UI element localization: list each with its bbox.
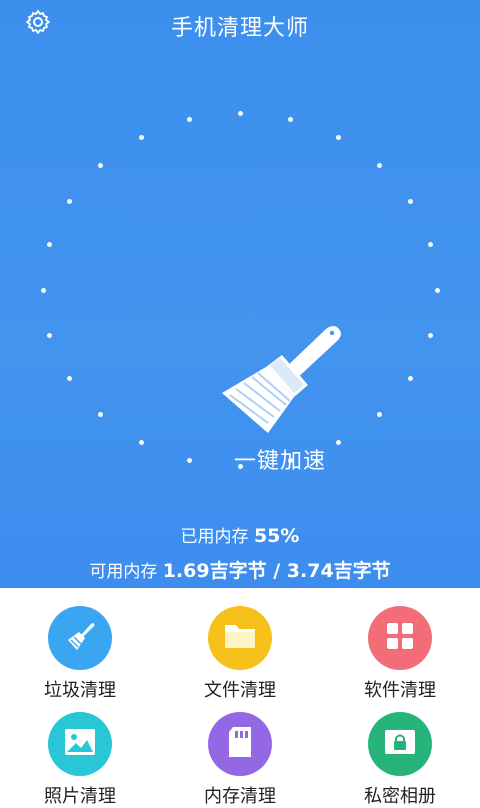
folder-icon — [222, 620, 258, 656]
broom-icon — [62, 618, 98, 658]
tool-icon-bg — [208, 712, 272, 776]
dial-dot — [66, 375, 72, 381]
dial-dot — [408, 199, 414, 205]
tools-grid: 垃圾清理 文件清理 软件清理 照片清理 内存清理 私密相册 — [0, 588, 480, 807]
tool-icon-bg — [368, 606, 432, 670]
dial-dot — [336, 134, 341, 140]
dial-dot — [237, 463, 243, 469]
tool-memory-clean[interactable]: 内存清理 — [160, 694, 320, 807]
dial-dot — [186, 117, 192, 123]
sd-card-icon — [225, 725, 255, 763]
dial-dot — [139, 440, 144, 446]
broom-icon — [208, 315, 348, 439]
dial-dot — [139, 134, 144, 140]
tool-icon-bg — [208, 606, 272, 670]
one-key-boost-button[interactable]: 一键加速 — [200, 315, 360, 485]
photo-icon — [62, 726, 98, 762]
dial-dot — [47, 241, 53, 247]
dial-dot — [186, 457, 192, 463]
boost-label: 一键加速 — [233, 449, 326, 474]
memory-used-value: 55% — [253, 525, 300, 547]
speed-dial: 一键加速 — [40, 110, 440, 474]
dial-dot — [376, 162, 382, 168]
memory-available-value: 1.69吉字节 / 3.74吉字节 — [162, 560, 391, 582]
dial-dot — [98, 412, 104, 418]
lock-album-icon — [382, 726, 418, 762]
dial-dot — [98, 162, 104, 168]
tool-icon-bg — [48, 712, 112, 776]
app-title: 手机清理大师 — [170, 16, 309, 41]
tool-private-album[interactable]: 私密相册 — [320, 694, 480, 807]
tool-photo-clean[interactable]: 照片清理 — [0, 694, 160, 807]
tool-junk-clean[interactable]: 垃圾清理 — [0, 588, 160, 701]
tool-file-clean[interactable]: 文件清理 — [160, 588, 320, 701]
tool-label: 私密相册 — [364, 786, 436, 807]
memory-available: 可用内存 1.69吉字节 / 3.74吉字节 — [0, 556, 480, 583]
header: 手机清理大师 — [0, 0, 480, 48]
dial-dot — [288, 117, 294, 123]
tool-label: 内存清理 — [204, 786, 276, 807]
apps-grid-icon — [385, 621, 415, 655]
memory-available-label: 可用内存 — [89, 562, 158, 582]
dial-dot — [408, 375, 414, 381]
tool-label: 照片清理 — [44, 786, 116, 807]
dial-dot — [40, 287, 46, 293]
dial-dot — [427, 333, 433, 339]
tool-icon-bg — [368, 712, 432, 776]
main-panel: 手机清理大师 一键加速 已用内存 55% 可用内存 1.69吉字节 / 3.74… — [0, 0, 480, 588]
memory-used-label: 已用内存 — [180, 527, 249, 547]
tool-icon-bg — [48, 606, 112, 670]
dial-dot — [47, 333, 53, 339]
memory-used: 已用内存 55% — [0, 522, 480, 547]
dial-dot — [427, 241, 433, 247]
dial-dot — [237, 111, 243, 117]
dial-dot — [66, 199, 72, 205]
tool-app-clean[interactable]: 软件清理 — [320, 588, 480, 701]
dial-dot — [376, 412, 382, 418]
dial-dot — [434, 287, 440, 293]
